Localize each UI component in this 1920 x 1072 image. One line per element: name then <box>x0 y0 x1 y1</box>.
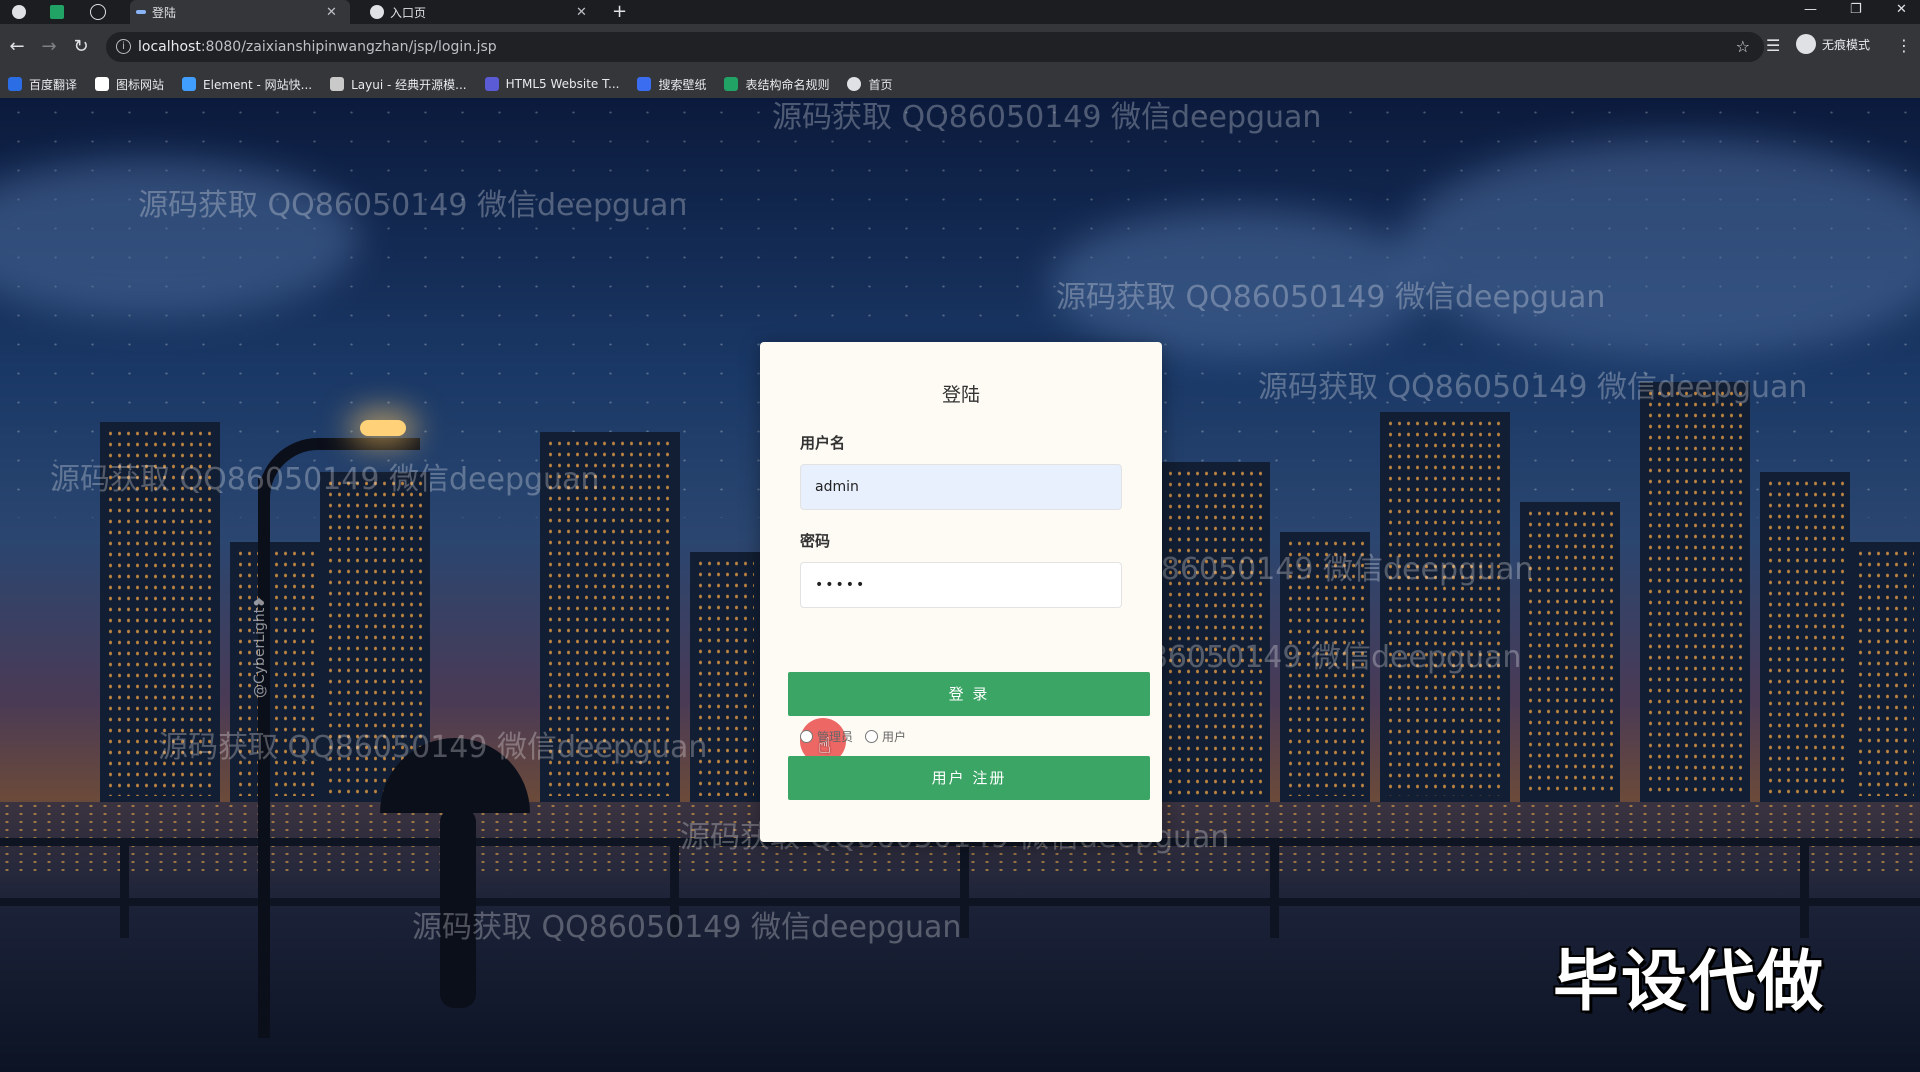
role-user-radio[interactable] <box>865 730 879 743</box>
tab-pinned-2[interactable] <box>44 0 74 24</box>
browser-toolbar: ← → ↻ i localhost:8080/zaixianshipinwang… <box>0 24 1920 70</box>
watermark: 源码获取 QQ86050149 微信deepguan <box>412 910 962 945</box>
password-input[interactable] <box>800 562 1122 608</box>
url-text[interactable]: localhost:8080/zaixianshipinwangzhan/jsp… <box>138 39 497 55</box>
close-icon[interactable]: ✕ <box>576 5 587 20</box>
back-button[interactable]: ← <box>6 36 28 57</box>
layui-icon <box>330 77 345 91</box>
restore-button[interactable]: ❐ <box>1850 2 1862 17</box>
flag-icon <box>95 77 110 91</box>
reload-button[interactable]: ↻ <box>70 36 92 57</box>
tab-strip: 登陆 ✕ 入口页 ✕ + — ❐ ✕ <box>0 0 1920 24</box>
browser-chrome: 登陆 ✕ 入口页 ✕ + — ❐ ✕ ← → ↻ i localhost:808… <box>0 0 1920 98</box>
globe-icon <box>370 5 384 19</box>
bookmark-label: 百度翻译 <box>29 77 78 92</box>
address-bar[interactable]: i localhost:8080/zaixianshipinwangzhan/j… <box>106 32 1764 62</box>
tab-pinned-3[interactable] <box>84 0 124 24</box>
railing-post <box>120 838 129 938</box>
login-card: 登陆 用户名 密码 管理员 用户 ☝ 登 录 用户 注册 <box>760 342 1162 842</box>
tab-entry-label: 入口页 <box>390 5 427 20</box>
role-admin-radio[interactable] <box>800 730 813 743</box>
bookmark-html5-templates[interactable]: HTML5 Website T... <box>484 77 620 91</box>
railing-post <box>1800 838 1809 938</box>
tab-login-label: 登陆 <box>152 5 177 20</box>
bookmark-label: 搜索壁纸 <box>658 77 707 92</box>
tab-pinned-1[interactable] <box>6 0 36 24</box>
window-close-button[interactable]: ✕ <box>1896 2 1907 17</box>
bookmark-label: 图标网站 <box>116 77 165 92</box>
bookmark-wallpaper[interactable]: 搜索壁纸 <box>637 76 706 93</box>
bookmark-label: 表结构命名规则 <box>745 77 830 92</box>
forward-button[interactable]: → <box>38 36 60 57</box>
incognito-profile[interactable]: 无痕模式 <box>1796 34 1870 54</box>
bookmark-label: Layui - 经典开源模... <box>351 77 467 92</box>
close-icon[interactable]: ✕ <box>326 5 337 20</box>
bookmark-label: Element - 网站快... <box>203 77 313 92</box>
corner-overlay-text: 毕设代做 <box>1553 943 1825 1020</box>
watermark: 源码获取 QQ86050149 微信deepguan <box>772 100 1322 135</box>
reading-list-icon[interactable]: ☰ <box>1766 36 1780 55</box>
html5-icon <box>484 77 499 91</box>
watermark: 源码获取 QQ86050149 微信deepguan <box>138 188 688 223</box>
tab-login[interactable]: 登陆 ✕ <box>130 0 350 24</box>
profile-label: 无痕模式 <box>1822 37 1871 52</box>
bookmark-label: 首页 <box>868 77 893 92</box>
new-tab-button[interactable]: + <box>612 1 627 22</box>
login-button[interactable]: 登 录 <box>788 672 1150 716</box>
watermark: 源码获取 QQ86050149 微信deepguan <box>158 730 708 765</box>
info-icon[interactable]: i <box>116 39 131 54</box>
username-input[interactable] <box>800 464 1122 510</box>
role-user-option[interactable]: 用户 <box>865 728 906 745</box>
url-host: localhost <box>138 39 201 55</box>
wallpaper-icon <box>637 77 652 91</box>
minimize-button[interactable]: — <box>1804 2 1817 17</box>
sheet-icon <box>724 77 739 91</box>
bookmark-baidu-translate[interactable]: 百度翻译 <box>8 76 77 93</box>
bookmark-label: HTML5 Website T... <box>505 77 620 91</box>
username-label: 用户名 <box>800 434 846 452</box>
watermark: 源码获取 QQ86050149 微信deepguan <box>1258 370 1808 405</box>
bookmark-element[interactable]: Element - 网站快... <box>182 76 312 93</box>
globe-icon <box>12 5 26 19</box>
bookmarks-bar: 百度翻译 图标网站 Element - 网站快... Layui - 经典开源模… <box>0 70 1920 98</box>
password-label: 密码 <box>800 532 831 550</box>
translate-icon <box>8 77 22 91</box>
watermark: 源码获取 QQ86050149 微信deepguan <box>1056 280 1606 315</box>
page-viewport: @CyberLight❥ 源码获取 QQ86050149 微信deepguan … <box>0 98 1920 1072</box>
bookmark-home[interactable]: 首页 <box>847 76 893 93</box>
role-user-label: 用户 <box>882 730 907 744</box>
bookmark-naming-rules[interactable]: 表结构命名规则 <box>724 76 829 93</box>
loading-icon <box>136 10 146 14</box>
railing-post <box>1270 838 1279 938</box>
url-path: :8080/zaixianshipinwangzhan/jsp/login.js… <box>200 39 497 55</box>
register-button[interactable]: 用户 注册 <box>788 756 1150 800</box>
watermark: 源码获取 QQ86050149 微信deepguan <box>50 462 600 497</box>
bookmark-star-icon[interactable]: ☆ <box>1736 37 1750 56</box>
artist-credit: @CyberLight❥ <box>252 596 268 698</box>
bookmark-icon-site[interactable]: 图标网站 <box>95 76 164 93</box>
sheet-icon <box>50 5 64 19</box>
globe-icon <box>847 77 862 91</box>
audio-icon <box>90 4 106 20</box>
incognito-icon <box>1796 34 1816 54</box>
street-lamp-light <box>360 420 406 436</box>
tab-entry[interactable]: 入口页 ✕ <box>364 0 594 24</box>
login-title: 登陆 <box>941 384 980 406</box>
element-icon <box>182 77 197 91</box>
bookmark-layui[interactable]: Layui - 经典开源模... <box>330 76 467 93</box>
menu-icon[interactable]: ⋮ <box>1896 36 1912 55</box>
